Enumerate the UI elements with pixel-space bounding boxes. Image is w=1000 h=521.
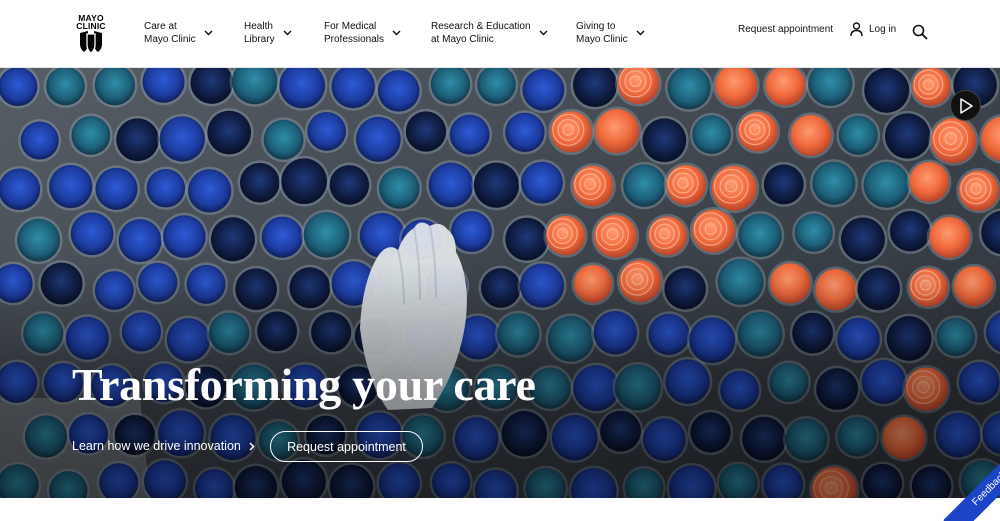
chevron-down-icon <box>539 30 548 35</box>
play-video-button[interactable] <box>950 90 981 121</box>
hero-request-appointment-button[interactable]: Request appointment <box>270 431 423 462</box>
chevron-down-icon <box>283 30 292 35</box>
logo-wordmark: MAYO CLINIC <box>76 13 106 31</box>
play-icon <box>959 97 973 114</box>
nav-label-line1: Research & Education <box>431 21 531 32</box>
nav-label: Giving to Mayo Clinic <box>576 20 628 46</box>
nav-label: Care at Mayo Clinic <box>144 20 196 46</box>
nav-label-line1: Health <box>244 21 273 32</box>
learn-innovation-label: Learn how we drive innovation <box>72 439 241 453</box>
hero-gradient-overlay <box>0 68 1000 498</box>
hero-banner: Transforming your care Learn how we driv… <box>0 68 1000 498</box>
logo-shields-icon <box>80 31 102 53</box>
search-icon <box>912 24 928 40</box>
nav-label-line2: Professionals <box>324 34 385 45</box>
nav-label: Health Library <box>244 20 275 46</box>
chevron-down-icon <box>636 30 645 35</box>
mayo-clinic-logo[interactable]: MAYO CLINIC <box>74 14 108 54</box>
login-label: Log in <box>869 23 897 35</box>
search-button[interactable] <box>912 24 928 45</box>
user-icon <box>850 22 863 36</box>
nav-giving-to-mayo-clinic[interactable]: Giving to Mayo Clinic <box>576 20 645 46</box>
nav-for-medical-professionals[interactable]: For Medical Professionals <box>324 20 401 46</box>
nav-label-line1: Care at <box>144 21 177 32</box>
nav-label-line2: Library <box>244 34 275 45</box>
nav-label-line2: at Mayo Clinic <box>431 34 494 45</box>
nav-care-at-mayo-clinic[interactable]: Care at Mayo Clinic <box>144 20 213 46</box>
learn-innovation-link[interactable]: Learn how we drive innovation <box>72 439 255 453</box>
chevron-down-icon <box>204 30 213 35</box>
nav-label-line1: Giving to <box>576 21 616 32</box>
header-request-appointment-link[interactable]: Request appointment <box>738 24 833 35</box>
nav-label-line1: For Medical <box>324 21 377 32</box>
hero-title: Transforming your care <box>72 359 536 410</box>
nav-label: Research & Education at Mayo Clinic <box>431 20 531 46</box>
nav-label-line2: Mayo Clinic <box>144 34 196 45</box>
chevron-down-icon <box>392 30 401 35</box>
nav-label-line2: Mayo Clinic <box>576 34 628 45</box>
site-header: MAYO CLINIC Care at Mayo Clinic Health L… <box>0 0 1000 68</box>
nav-health-library[interactable]: Health Library <box>244 20 292 46</box>
login-button[interactable]: Log in <box>850 22 896 36</box>
chevron-right-icon <box>249 441 255 451</box>
nav-research-education[interactable]: Research & Education at Mayo Clinic <box>431 20 548 46</box>
nav-label: For Medical Professionals <box>324 20 384 46</box>
